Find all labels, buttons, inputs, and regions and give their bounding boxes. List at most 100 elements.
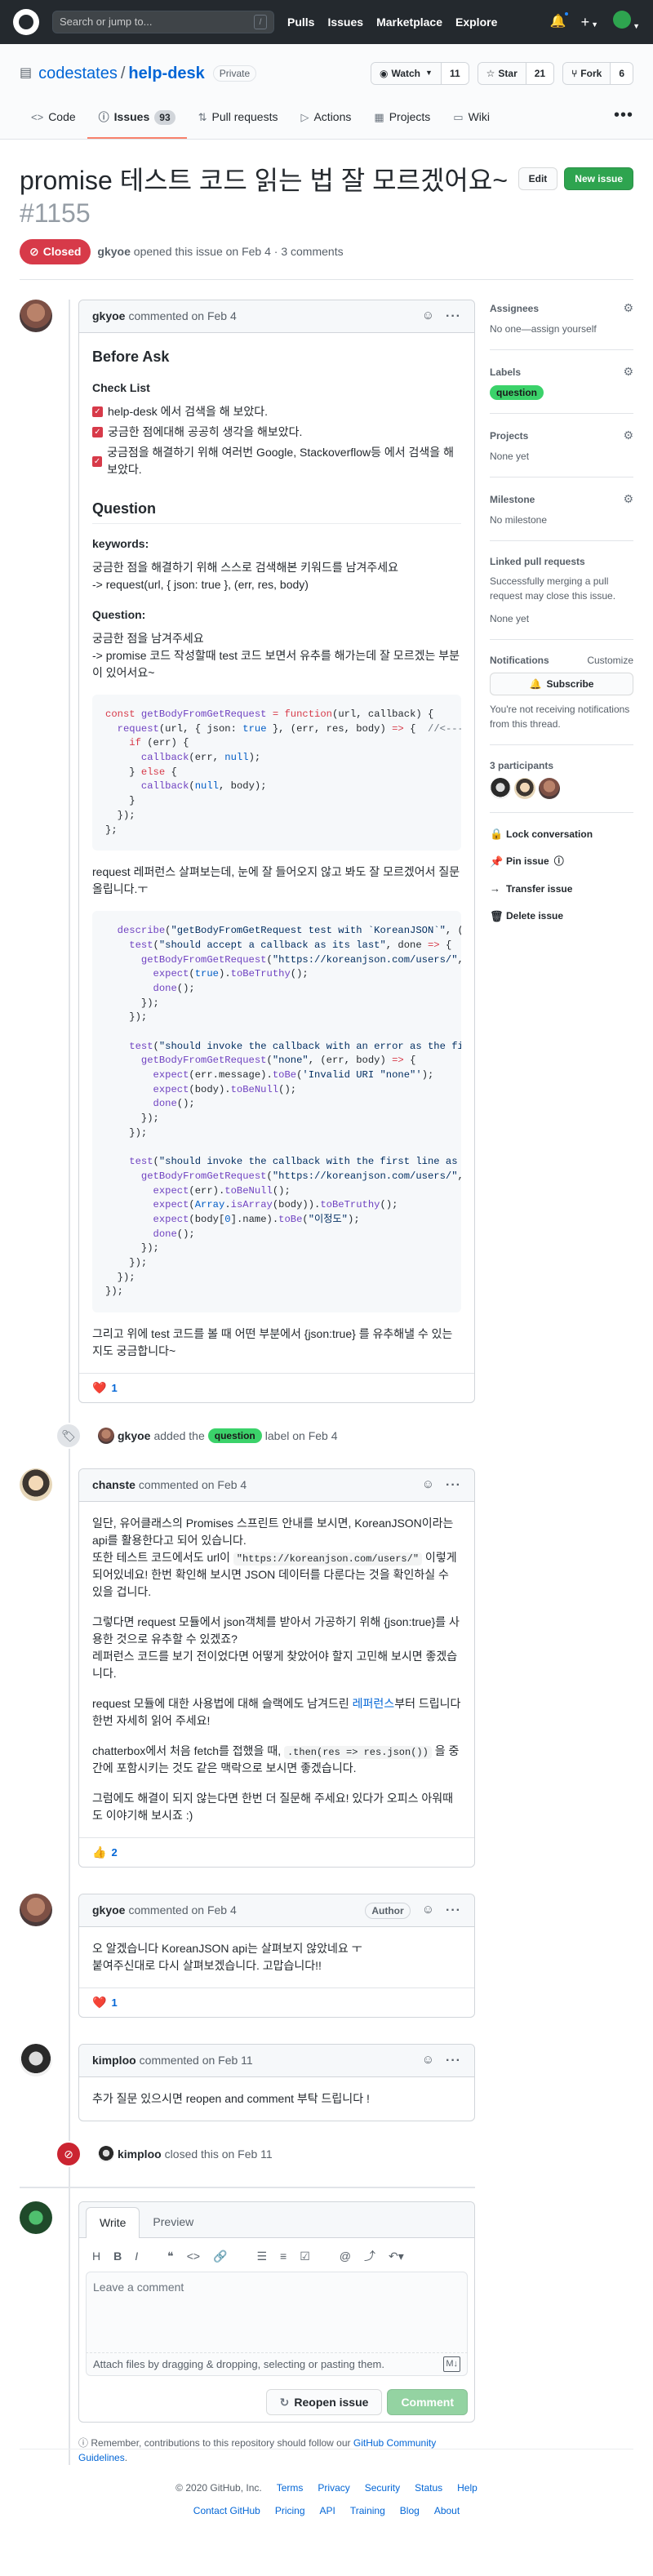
search-input[interactable]: Search or jump to... / (52, 11, 274, 33)
link-icon[interactable]: 🔗 (213, 2248, 227, 2265)
transfer-issue-button[interactable]: → Transfer issue (490, 881, 633, 897)
issue-author-link[interactable]: gkyoe (97, 245, 130, 258)
thumbs-up-reaction-button[interactable]: 👍 2 (92, 1844, 118, 1861)
pin-issue-button[interactable]: 📌 Pin issue ⓘ (490, 854, 633, 870)
preview-tab[interactable]: Preview (140, 2207, 207, 2237)
task-list-icon[interactable]: ☑ (300, 2248, 310, 2265)
more-tabs-icon[interactable]: ••• (614, 103, 633, 139)
checkbox-checked-icon[interactable]: ✓ (92, 406, 103, 417)
lock-conversation-button[interactable]: 🔒 Lock conversation (490, 826, 633, 842)
watch-button[interactable]: ◉ Watch ▼ 11 (370, 62, 469, 85)
comment-options-icon[interactable]: ··· (446, 2051, 461, 2071)
reference-link[interactable]: 레퍼런스 (353, 1697, 395, 1710)
add-reaction-icon[interactable]: ☺ (422, 1901, 434, 1920)
comment-date[interactable]: commented on Feb 4 (128, 308, 236, 325)
github-logo-icon[interactable] (13, 9, 39, 35)
comment-date[interactable]: commented on Feb 11 (140, 2052, 253, 2069)
watch-count[interactable]: 11 (441, 63, 469, 84)
repo-owner-link[interactable]: codestates (38, 61, 118, 86)
write-tab[interactable]: Write (86, 2207, 140, 2239)
avatar[interactable] (539, 778, 560, 799)
comment-date[interactable]: commented on Feb 4 (139, 1477, 247, 1494)
footer-link-security[interactable]: Security (365, 2481, 400, 2495)
gear-icon[interactable]: ⚙ (623, 363, 633, 380)
question-label-badge[interactable]: question (490, 385, 544, 400)
customize-link[interactable]: Customize (587, 653, 633, 668)
quote-icon[interactable]: ❝ (167, 2248, 174, 2265)
avatar[interactable] (98, 2146, 114, 2163)
footer-link-contact[interactable]: Contact GitHub (193, 2503, 260, 2518)
heart-reaction-button[interactable]: ❤️ 1 (92, 1994, 118, 2011)
gear-icon[interactable]: ⚙ (623, 300, 633, 317)
reopen-issue-button[interactable]: ↻ Reopen issue (265, 2389, 383, 2416)
bulleted-list-icon[interactable]: ☰ (256, 2248, 267, 2265)
new-issue-button[interactable]: New issue (564, 167, 633, 190)
user-menu[interactable]: ▼ (613, 11, 640, 33)
repo-name-link[interactable]: help-desk (128, 61, 204, 86)
avatar[interactable] (20, 300, 52, 332)
cross-reference-icon[interactable]: ⤴ (364, 2248, 375, 2265)
tab-wiki[interactable]: ▭ Wiki (442, 109, 501, 139)
nav-issues[interactable]: Issues (327, 14, 363, 31)
footer-link-terms[interactable]: Terms (277, 2481, 304, 2495)
heading-icon[interactable]: H (92, 2248, 100, 2265)
footer-link-help[interactable]: Help (457, 2481, 478, 2495)
footer-link-api[interactable]: API (320, 2503, 335, 2518)
star-button[interactable]: ☆ Star 21 (477, 62, 555, 85)
footer-link-training[interactable]: Training (350, 2503, 385, 2518)
comment-textarea[interactable]: Leave a comment (86, 2272, 468, 2354)
avatar[interactable] (98, 1428, 114, 1445)
add-reaction-icon[interactable]: ☺ (422, 1476, 434, 1495)
comment-date[interactable]: commented on Feb 4 (128, 1902, 236, 1919)
tab-code[interactable]: <> Code (20, 109, 87, 139)
footer-link-pricing[interactable]: Pricing (275, 2503, 305, 2518)
event-actor[interactable]: gkyoe (118, 1428, 150, 1445)
code-icon[interactable]: <> (187, 2248, 200, 2265)
gear-icon[interactable]: ⚙ (623, 427, 633, 444)
heart-reaction-button[interactable]: ❤️ 1 (92, 1379, 118, 1397)
comment-submit-button[interactable]: Comment (387, 2389, 468, 2416)
avatar[interactable] (20, 2201, 52, 2235)
footer-link-status[interactable]: Status (415, 2481, 442, 2495)
nav-pulls[interactable]: Pulls (287, 14, 314, 31)
checkbox-checked-icon[interactable]: ✓ (92, 455, 103, 467)
add-reaction-icon[interactable]: ☺ (422, 2051, 434, 2070)
numbered-list-icon[interactable]: ≡ (280, 2248, 287, 2265)
delete-issue-button[interactable]: 🗑 Delete issue (490, 908, 633, 925)
comment-author[interactable]: gkyoe (92, 1902, 125, 1919)
markdown-icon[interactable]: M↓ (443, 2356, 460, 2372)
footer-link-blog[interactable]: Blog (400, 2503, 420, 2518)
create-new-plus-icon[interactable]: + ▼ (581, 11, 598, 33)
attach-files-area[interactable]: Attach files by dragging & dropping, sel… (86, 2353, 468, 2377)
comment-author[interactable]: kimploo (92, 2052, 136, 2069)
comment-author[interactable]: gkyoe (92, 308, 125, 325)
tab-issues[interactable]: ⓘ Issues 93 (87, 109, 187, 139)
tab-pull-requests[interactable]: ⇅ Pull requests (187, 109, 290, 139)
edit-title-button[interactable]: Edit (518, 167, 558, 190)
avatar[interactable] (514, 778, 535, 799)
reply-icon[interactable]: ↶▾ (389, 2248, 404, 2265)
fork-count[interactable]: 6 (611, 63, 633, 84)
comment-options-icon[interactable]: ··· (446, 307, 461, 326)
fork-button[interactable]: ⑂ Fork 6 (562, 62, 633, 85)
nav-explore[interactable]: Explore (455, 14, 497, 31)
avatar[interactable] (20, 1894, 52, 1927)
star-count[interactable]: 21 (526, 63, 554, 84)
assign-yourself-link[interactable]: No one—assign yourself (490, 322, 633, 336)
gear-icon[interactable]: ⚙ (623, 491, 633, 508)
comment-options-icon[interactable]: ··· (446, 1476, 461, 1495)
event-actor[interactable]: kimploo (118, 2146, 162, 2163)
bold-icon[interactable]: B (113, 2248, 122, 2265)
info-icon[interactable]: ⓘ (554, 854, 564, 868)
comment-author[interactable]: chanste (92, 1477, 135, 1494)
tab-projects[interactable]: ▦ Projects (362, 109, 442, 139)
add-reaction-icon[interactable]: ☺ (422, 307, 434, 326)
avatar[interactable] (20, 2044, 52, 2077)
nav-marketplace[interactable]: Marketplace (376, 14, 442, 31)
comment-options-icon[interactable]: ··· (446, 1901, 461, 1921)
tab-actions[interactable]: ▷ Actions (289, 109, 362, 139)
avatar[interactable] (490, 778, 511, 799)
footer-link-about[interactable]: About (434, 2503, 460, 2518)
footer-link-privacy[interactable]: Privacy (318, 2481, 349, 2495)
avatar[interactable] (20, 1468, 52, 1502)
